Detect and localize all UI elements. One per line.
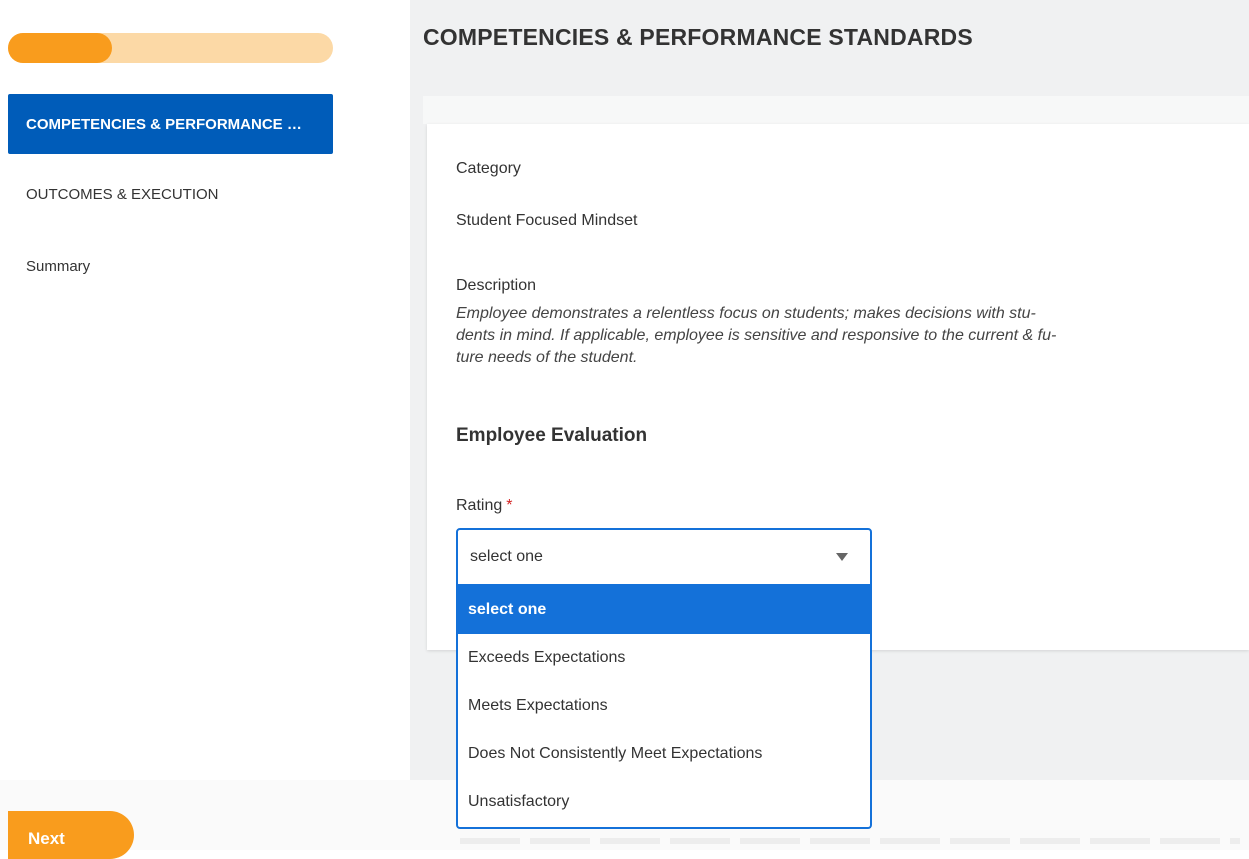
sidebar-item-label: COMPETENCIES & PERFORMANCE STANDARDS: [26, 115, 311, 133]
sidebar-item-summary[interactable]: Summary: [8, 236, 333, 296]
dropdown-arrow-icon[interactable]: [836, 553, 848, 561]
rating-option-does-not-consistently-meet[interactable]: Does Not Consistently Meet Expectations: [458, 730, 870, 778]
next-button[interactable]: Next: [8, 811, 134, 859]
footer-faint-text: [460, 838, 1240, 844]
sidebar-item-outcomes[interactable]: OUTCOMES & EXECUTION: [8, 164, 333, 224]
description-line: ture needs of the student.: [456, 349, 638, 366]
card-header-strip: [423, 96, 1249, 124]
rating-select[interactable]: select one: [456, 528, 872, 586]
section-title-employee-evaluation: Employee Evaluation: [456, 425, 648, 446]
rating-label-text: Rating: [456, 497, 503, 514]
progress-bar: [8, 33, 333, 63]
rating-option-unsatisfactory[interactable]: Unsatisfactory: [458, 778, 870, 826]
rating-label: Rating *: [456, 497, 512, 515]
rating-option-meets[interactable]: Meets Expectations: [458, 682, 870, 730]
description-line: dents in mind. If applicable, employee i…: [456, 327, 1057, 344]
required-asterisk: *: [506, 497, 513, 514]
progress-bar-fill: [8, 33, 112, 63]
rating-select-value: select one: [470, 548, 543, 565]
sidebar-item-label: Summary: [26, 257, 91, 275]
rating-option-exceeds[interactable]: Exceeds Expectations: [458, 634, 870, 682]
rating-options-list: select one Exceeds Expectations Meets Ex…: [456, 586, 872, 829]
description-label: Description: [456, 277, 537, 294]
description-text: Employee demonstrates a relentless focus…: [456, 303, 1226, 369]
category-value: Student Focused Mindset: [456, 212, 638, 229]
rating-option-select-one[interactable]: select one: [458, 586, 870, 634]
description-line: Employee demonstrates a relentless focus…: [456, 305, 1036, 322]
sidebar-item-label: OUTCOMES & EXECUTION: [26, 185, 219, 203]
sidebar-item-competencies[interactable]: COMPETENCIES & PERFORMANCE STANDARDS: [8, 94, 333, 154]
category-label: Category: [456, 160, 521, 177]
page-title: COMPETENCIES & PERFORMANCE STANDARDS: [423, 24, 973, 50]
